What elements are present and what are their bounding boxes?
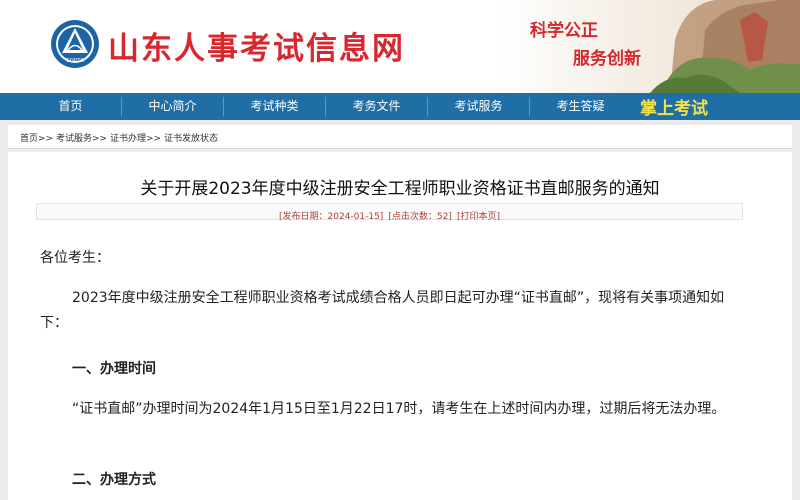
breadcrumb-cert-status[interactable]: 证书发放状态 [164, 134, 218, 144]
motto-line1: 科学公正 [530, 21, 598, 41]
breadcrumb-home[interactable]: 首页 [20, 134, 38, 144]
breadcrumb-certificate[interactable]: 证书办理 [110, 134, 146, 144]
breadcrumb-separator: >> [38, 134, 54, 144]
article-meta-bar: [发布日期：2024-01-15] [点击次数：52] [打印本页] [36, 203, 743, 222]
logo-text: SDPTA [66, 58, 84, 64]
section1-paragraph: “证书直邮”办理时间为2024年1月15日至1月22日17时，请考生在上述时间内… [72, 401, 726, 417]
breadcrumb-separator: >> [92, 134, 108, 144]
article-title: 关于开展2023年度中级注册安全工程师职业资格证书直邮服务的通知 [140, 179, 660, 199]
section1-heading: 一、办理时间 [72, 361, 156, 377]
nav-item-exam-types[interactable]: 考试种类 [224, 93, 325, 120]
salutation: 各位考生： [40, 250, 110, 266]
site-header: SDPTA 山东人事考试信息网 科学公正 服务创新 [0, 0, 800, 93]
section2-heading: 二、办理方式 [72, 472, 156, 488]
click-count-suffix: ] [448, 212, 452, 222]
banner-landscape-image [500, 0, 800, 93]
site-title[interactable]: 山东人事考试信息网 [108, 23, 405, 68]
breadcrumb-separator: >> [145, 134, 162, 144]
nav-item-home[interactable]: 首页 [20, 93, 121, 120]
article-panel: 关于开展2023年度中级注册安全工程师职业资格证书直邮服务的通知 [发布日期：2… [8, 152, 792, 500]
nav-item-exam-docs[interactable]: 考务文件 [326, 93, 427, 120]
breadcrumb: 首页>> 考试服务>> 证书办理>> 证书发放状态 [8, 125, 792, 149]
nav-mobile-exam-link[interactable]: 掌上考试 [624, 93, 800, 120]
nav-item-faq[interactable]: 考生答疑 [530, 93, 631, 120]
nav-item-exam-services[interactable]: 考试服务 [428, 93, 529, 120]
breadcrumb-trail: 首页>> 考试服务>> 证书办理>> 证书发放状态 [20, 131, 218, 144]
sdpta-logo-icon[interactable]: SDPTA [50, 19, 100, 69]
nav-item-about[interactable]: 中心简介 [122, 93, 223, 120]
breadcrumb-exam-services[interactable]: 考试服务 [56, 134, 92, 144]
click-count-value: 52 [436, 212, 449, 222]
nav-mobile-exam-label: 掌上考试 [640, 99, 708, 119]
motto-line2: 服务创新 [573, 49, 641, 69]
click-count-label: [点击次数： [388, 212, 437, 222]
print-page-link[interactable]: [打印本页] [457, 212, 500, 222]
intro-paragraph: 2023年度中级注册安全工程师职业资格考试成绩合格人员即日起可办理“证书直邮”，… [40, 290, 725, 331]
publish-date: [发布日期：2024-01-15] [278, 212, 384, 222]
